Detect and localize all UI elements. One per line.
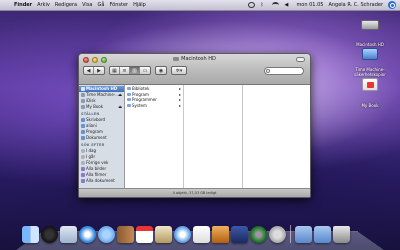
sidebar-header-search: SÖK EFTER: [81, 143, 105, 147]
iphoto-icon[interactable]: [193, 226, 210, 243]
external-drive-icon: [81, 105, 85, 109]
toolbar-toggle-button[interactable]: [296, 57, 305, 62]
home-icon: [81, 124, 85, 128]
clock-icon: [81, 149, 85, 153]
menu-hjalp[interactable]: Hjälp: [133, 2, 146, 8]
finder-window: Macintosh HD ◀ ▶ ▦ ≡ ▥ ▭ ◉ ✲▾ Macintosh …: [78, 53, 311, 198]
search-field[interactable]: [264, 67, 304, 75]
forward-button[interactable]: ▶: [94, 67, 104, 74]
itunes-icon[interactable]: [174, 226, 191, 243]
preview-icon[interactable]: [155, 226, 172, 243]
system-preferences-gear-icon[interactable]: [269, 226, 286, 243]
spotlight-icon[interactable]: [388, 1, 396, 9]
bluetooth-icon[interactable]: ᛒ: [260, 2, 267, 8]
action-group: ✲▾: [171, 66, 187, 75]
clock-icon: [81, 155, 85, 159]
sidebar-item-documents[interactable]: Dokument: [79, 135, 124, 141]
column-browser: Bibliotek ▸ Program ▸ Programmer ▸ Syste…: [125, 85, 310, 188]
menu-bar: Finder Arkiv Redigera Visa Gå Fönster Hj…: [0, 0, 400, 11]
applications-stack-icon[interactable]: [295, 226, 312, 243]
column-view-button[interactable]: ▥: [130, 67, 140, 74]
menu-arkiv[interactable]: Arkiv: [37, 2, 50, 8]
eject-icon[interactable]: ⏏: [118, 104, 122, 110]
smart-folder-icon: [81, 173, 85, 177]
column-1: Bibliotek ▸ Program ▸ Programmer ▸ Syste…: [125, 85, 184, 188]
menu-ga[interactable]: Gå: [98, 2, 105, 8]
safari-compass-icon[interactable]: [79, 226, 96, 243]
menu-finder[interactable]: Finder: [14, 2, 32, 8]
desktop-icon-label: Time Machine-säkerhetskopior: [354, 67, 386, 77]
clock-icon: [81, 161, 85, 165]
folder-icon: [127, 98, 131, 102]
wifi-icon[interactable]: [272, 2, 280, 8]
hard-drive-icon: [173, 56, 180, 61]
window-titlebar[interactable]: Macintosh HD ◀ ▶ ▦ ≡ ▥ ▭ ◉ ✲▾: [79, 54, 310, 85]
folder-icon: [127, 87, 131, 90]
column-3: [243, 85, 310, 188]
time-machine-status-icon[interactable]: [248, 2, 256, 8]
calendar-icon[interactable]: [136, 226, 153, 243]
icon-view-button[interactable]: ▦: [110, 67, 120, 74]
garageband-guitar-icon[interactable]: [212, 226, 229, 243]
back-button[interactable]: ◀: [84, 67, 94, 74]
list-item[interactable]: System ▸: [125, 103, 183, 109]
hard-drive-icon: [81, 87, 85, 91]
view-mode-group: ▦ ≡ ▥ ▭: [109, 66, 151, 75]
search-icon: [266, 69, 270, 73]
external-drive-icon: [362, 78, 378, 91]
disclosure-arrow-icon: ▸: [178, 102, 181, 108]
cover-flow-button[interactable]: ▭: [140, 67, 150, 74]
back-forward-group: ◀ ▶: [83, 66, 105, 75]
sidebar-header-places: STÄLLEN: [81, 112, 100, 116]
documents-folder-icon: [81, 136, 85, 140]
desktop-icon-label: My Book: [361, 103, 379, 108]
dock: [22, 221, 382, 243]
status-bar: 4 objekt, 37,03 GB ledigt: [79, 188, 310, 197]
menu-clock[interactable]: mon 01.05: [296, 2, 323, 8]
desktop-icon-time-machine[interactable]: Time Machine-säkerhetskopior: [348, 48, 392, 80]
desktop-icon-my-book[interactable]: My Book: [348, 78, 392, 111]
address-book-icon[interactable]: [117, 226, 134, 243]
menu-redigera[interactable]: Redigera: [55, 2, 77, 8]
hard-drive-icon: [361, 20, 379, 30]
menu-visa[interactable]: Visa: [82, 2, 92, 8]
finder-icon[interactable]: [22, 226, 39, 243]
sidebar-item-all-documents[interactable]: Alla dokument: [79, 178, 124, 184]
desktop-icon-label: Macintosh HD: [356, 42, 384, 47]
folder-icon: [127, 103, 131, 107]
list-view-button[interactable]: ≡: [120, 67, 130, 74]
smart-folder-icon: [81, 179, 85, 183]
documents-stack-icon[interactable]: [314, 226, 331, 243]
trash-icon[interactable]: [333, 226, 350, 243]
ichat-bubble-icon[interactable]: [98, 226, 115, 243]
folder-icon: [127, 92, 131, 96]
desktop-icon-macintosh-hd[interactable]: Macintosh HD: [348, 20, 392, 50]
quick-look-eye-icon[interactable]: ◉: [156, 67, 166, 74]
idisk-icon: [81, 99, 85, 103]
finder-sidebar: Macintosh HD Time Machine-... ⏏ iDisk My…: [79, 85, 125, 188]
menu-user[interactable]: Angela R. C. Schrader: [328, 2, 383, 8]
backup-drive-icon: [362, 48, 378, 60]
time-machine-icon[interactable]: [250, 226, 267, 243]
desktop-folder-icon: [81, 118, 85, 122]
quick-look-group: ◉: [155, 66, 167, 75]
menu-fonster[interactable]: Fönster: [109, 2, 128, 8]
dashboard-icon[interactable]: [41, 226, 58, 243]
backup-drive-icon: [81, 93, 85, 97]
spaces-icon[interactable]: [231, 226, 248, 243]
smart-folder-icon: [81, 167, 85, 171]
window-title: Macintosh HD: [79, 56, 310, 62]
action-gear-icon[interactable]: ✲▾: [172, 67, 186, 74]
mail-icon[interactable]: [60, 226, 77, 243]
column-2: [184, 85, 243, 188]
sidebar-item-my-book[interactable]: My Book ⏏: [79, 104, 124, 110]
dock-separator: [290, 225, 291, 243]
applications-folder-icon: [81, 130, 85, 134]
volume-icon[interactable]: ◀: [284, 2, 291, 8]
